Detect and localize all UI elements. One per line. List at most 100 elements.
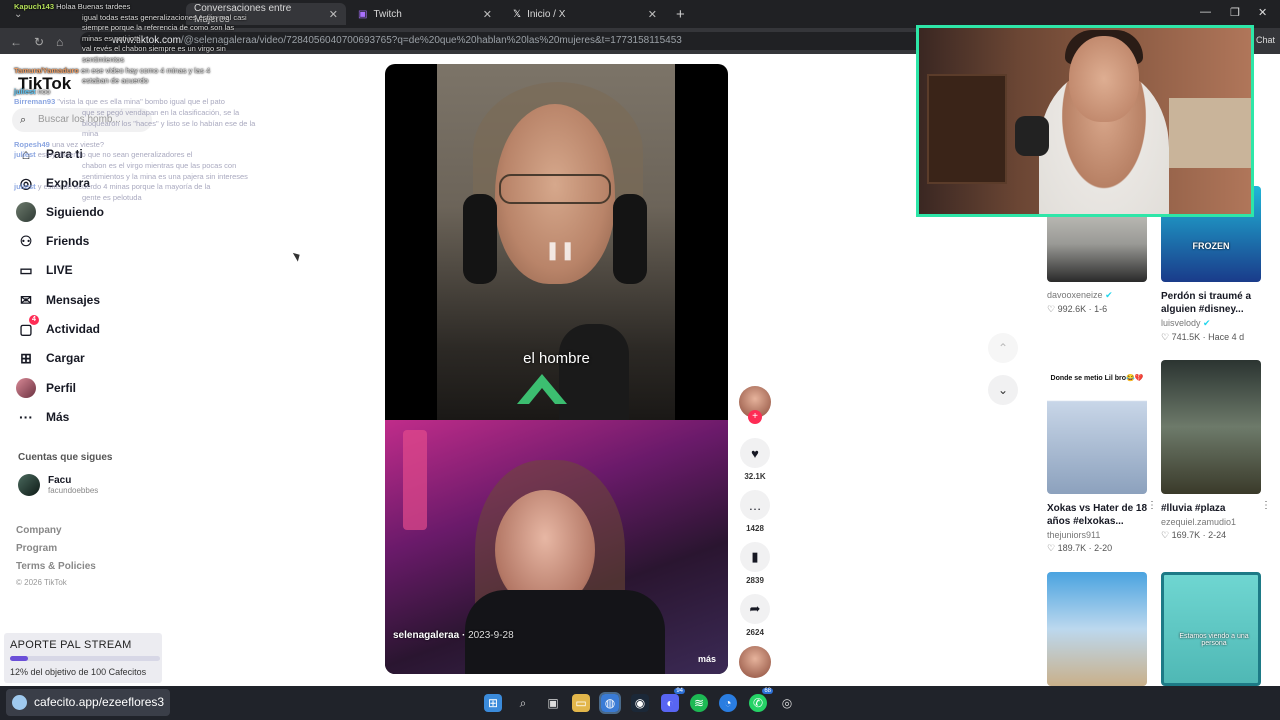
footer-company[interactable]: Company: [16, 525, 62, 536]
save-button[interactable]: ▮ 2839: [738, 542, 772, 585]
nav-cargar[interactable]: ⊞ Cargar: [16, 348, 85, 368]
cafecito-icon: [12, 695, 27, 710]
tab-label: Twitch: [373, 8, 402, 20]
webcam-shelf: [927, 74, 1007, 184]
card-date: 2-20: [1094, 543, 1113, 553]
following-avatar: [16, 202, 36, 222]
follow-plus-icon[interactable]: +: [748, 410, 762, 424]
chat-username[interactable]: Kapuch143: [14, 2, 54, 11]
video-card[interactable]: Estamos viendo a una persona: [1161, 572, 1261, 686]
pause-icon[interactable]: ❚❚: [545, 240, 575, 261]
chat-message: val revés el chabon siempre es un virgo …: [82, 44, 226, 53]
steam-icon[interactable]: ◉: [631, 694, 649, 712]
minimize-icon[interactable]: —: [1200, 6, 1211, 18]
chat-username[interactable]: juliest: [14, 87, 36, 96]
card-stats: ♡ 741.5K · Hace 4 d: [1161, 332, 1245, 342]
like-button[interactable]: ♥ 32.1K: [738, 438, 772, 481]
footer-program[interactable]: Program: [16, 543, 57, 554]
chat-username[interactable]: juliest: [14, 150, 36, 159]
nav-label: Siguiendo: [46, 205, 104, 219]
chat-username[interactable]: Ropesh49: [14, 140, 50, 149]
streamer-webcam: [916, 25, 1254, 217]
card-views: 189.7K: [1057, 543, 1087, 553]
home-icon[interactable]: ⌂: [56, 35, 63, 49]
whatsapp-icon[interactable]: ✆ 68: [749, 688, 773, 712]
close-tab-icon[interactable]: ✕: [329, 8, 338, 21]
following-account[interactable]: Facu facundoebbes: [18, 474, 98, 496]
chat-text: Holaa Buenas tardees: [56, 2, 131, 11]
card-stats: ♡ 169.7K · 2-24: [1161, 530, 1227, 540]
tab-label: Inicio / X: [527, 8, 566, 20]
comment-button[interactable]: … 1428: [738, 490, 772, 533]
share-button[interactable]: ➦ 2624: [738, 594, 772, 637]
nav-actividad[interactable]: ▢ 4 Actividad: [16, 315, 100, 339]
verified-icon: ✔: [1203, 318, 1211, 328]
chat-text: una vez vieste?: [51, 139, 105, 149]
comment-icon: …: [740, 490, 770, 520]
pink-light: [403, 430, 427, 530]
next-video-button[interactable]: ⌄: [988, 375, 1018, 405]
chat-message: Birreman93 "vista la que es ella mina" b…: [14, 97, 225, 106]
close-tab-icon[interactable]: ✕: [483, 8, 492, 21]
chat-button-label[interactable]: Chat: [1256, 35, 1275, 45]
card-user: davooxeneize: [1047, 290, 1103, 300]
discord-badge: 94: [674, 688, 685, 694]
video-card[interactable]: #lluvia #plaza ezequiel.zamudio1 ♡ 169.7…: [1161, 360, 1271, 541]
chat-text: sentimientos y la mina es una pajera sin…: [82, 171, 248, 181]
chat-text: sentimientos: [82, 55, 125, 64]
video-card[interactable]: Donde se metio Lil bro😂💔 Xokas vs Hater …: [1047, 360, 1157, 554]
app-icon[interactable]: ◔: [719, 694, 737, 712]
nav-mas[interactable]: ··· Más: [16, 407, 69, 427]
windows-start-icon[interactable]: ⊞: [484, 694, 502, 712]
close-window-icon[interactable]: ✕: [1258, 6, 1267, 19]
reload-icon[interactable]: ↻: [34, 35, 44, 49]
chat-message: siempre porque la referencia de como son…: [82, 23, 234, 32]
restore-icon[interactable]: ❐: [1230, 6, 1240, 19]
chat-message: Kapuch143 Holaa Buenas tardees: [14, 2, 130, 11]
chat-username[interactable]: Birreman93: [14, 97, 55, 106]
chevron-up-icon: ⌃: [997, 341, 1009, 355]
chat-text: "vista la que es ella mina" bombo igual …: [57, 97, 225, 107]
chat-message: sentimientos: [82, 55, 124, 64]
previous-video-button[interactable]: ⌃: [988, 333, 1018, 363]
card-date: Hace 4 d: [1208, 332, 1245, 342]
task-view-icon[interactable]: ▣: [544, 694, 562, 712]
upload-icon: ⊞: [20, 349, 32, 366]
nav-siguiendo[interactable]: Siguiendo: [16, 202, 104, 222]
more-options-icon[interactable]: ⋮: [1147, 500, 1157, 511]
more-options-icon[interactable]: ⋮: [1261, 500, 1271, 511]
nav-friends[interactable]: ⚇ Friends: [16, 231, 90, 251]
video-more-link[interactable]: más: [698, 654, 716, 664]
back-icon[interactable]: ←: [10, 35, 22, 49]
chat-text: siempre porque la referencia de como son…: [82, 23, 235, 33]
video-player[interactable]: ❚❚ el hombre selenagaleraa · 2023-9-28 m…: [385, 64, 728, 674]
nav-mensajes[interactable]: ✉ Mensajes: [16, 290, 100, 310]
close-tab-icon[interactable]: ✕: [648, 8, 657, 21]
chat-message: juliest noo: [14, 87, 50, 96]
video-author[interactable]: selenagaleraa · 2023-9-28: [393, 630, 514, 641]
obs-icon[interactable]: ◎: [778, 694, 796, 712]
file-explorer-icon[interactable]: ▭: [572, 694, 590, 712]
chat-username[interactable]: Tamura/Yamaduro: [14, 66, 79, 75]
search-icon[interactable]: ⌕: [514, 694, 532, 712]
footer-terms[interactable]: Terms & Policies: [16, 561, 96, 572]
nav-live[interactable]: ▭ LIVE: [16, 260, 72, 280]
tab-twitch[interactable]: ▣ Twitch ✕: [350, 3, 500, 25]
browser-icon[interactable]: ◍: [599, 692, 621, 714]
sound-avatar-button[interactable]: [738, 646, 772, 678]
chat-message: Tamura/Yamaduro en ese video hay como 4 …: [14, 66, 210, 75]
card-user: luisvelody: [1161, 318, 1201, 328]
sound-avatar: [739, 646, 771, 678]
spotify-icon[interactable]: ≋: [690, 694, 708, 712]
discord-icon[interactable]: ◐ 94: [661, 688, 685, 712]
chat-username[interactable]: juliest: [14, 182, 36, 191]
chat-text: val revés el chabon siempre es un virgo …: [82, 44, 226, 54]
account-handle: facundoebbes: [48, 486, 99, 495]
video-card[interactable]: [1047, 572, 1147, 686]
tab-x[interactable]: 𝕏 Inicio / X ✕: [505, 3, 665, 25]
chat-text: y estas de acuerdo 4 minas porque la may…: [37, 182, 211, 192]
new-tab-button[interactable]: +: [668, 3, 688, 25]
nav-perfil[interactable]: Perfil: [16, 378, 76, 398]
author-avatar-button[interactable]: +: [738, 386, 772, 424]
share-count: 2624: [746, 628, 764, 637]
